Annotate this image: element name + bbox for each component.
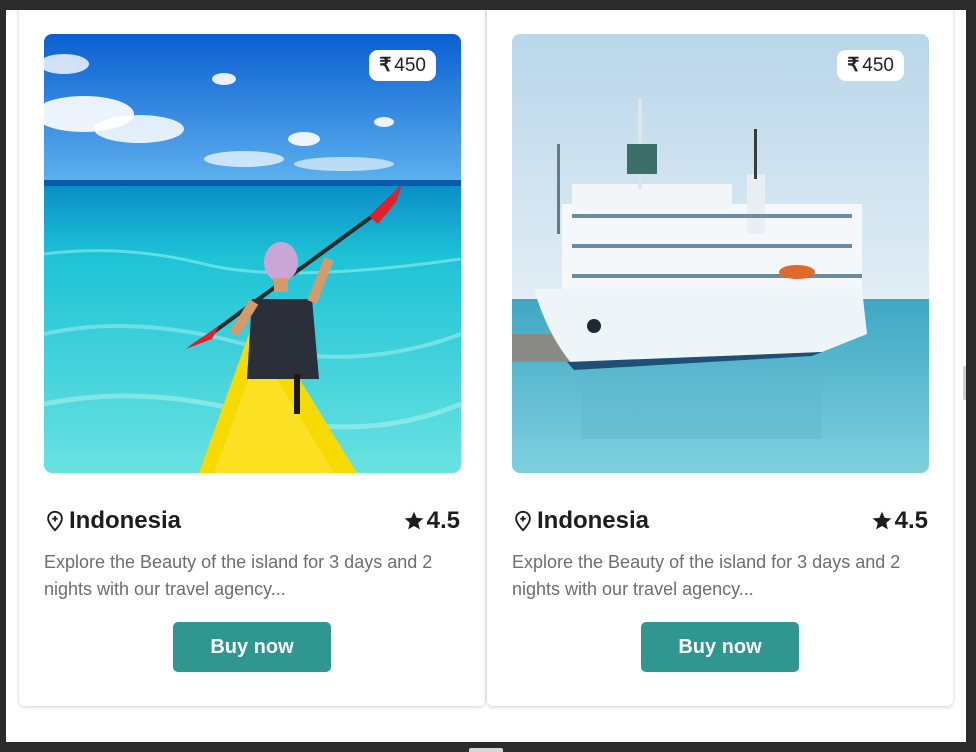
rating-block: 4.5 <box>871 507 928 535</box>
location-block: Indonesia <box>44 507 181 535</box>
kayak-photo <box>44 34 461 473</box>
rupee-symbol: ₹ <box>379 55 392 76</box>
bottom-tab-indicator <box>469 748 503 752</box>
destination-title: Indonesia <box>69 507 182 534</box>
card-title-row: Indonesia 4.5 <box>512 506 928 536</box>
buy-now-button[interactable]: Buy now <box>173 622 331 672</box>
map-pin-icon <box>515 510 531 532</box>
tour-description: Explore the Beauty of the island for 3 d… <box>512 552 901 599</box>
tour-photo: ₹ 450 <box>44 34 461 473</box>
tour-card: ₹ 450 Indonesia 4.5 Explore the Beauty o <box>487 10 953 706</box>
map-pin-icon <box>47 510 63 532</box>
tour-photo: ₹ 450 <box>512 34 929 473</box>
destination-title: Indonesia <box>537 507 650 534</box>
location-block: Indonesia <box>512 507 649 535</box>
rating-value: 4.5 <box>426 507 460 534</box>
star-icon <box>872 511 891 530</box>
buy-now-button[interactable]: Buy now <box>641 622 799 672</box>
scrollbar-handle[interactable] <box>963 366 966 400</box>
tour-description: Explore the Beauty of the island for 3 d… <box>44 552 433 599</box>
page-viewport: ₹ 450 Indonesia 4.5 Explore the Beauty o <box>6 10 966 742</box>
price-badge: ₹ 450 <box>837 50 904 81</box>
rupee-symbol: ₹ <box>847 55 860 76</box>
card-title-row: Indonesia 4.5 <box>44 506 460 536</box>
rating-value: 4.5 <box>894 507 928 534</box>
price-value: 450 <box>394 54 426 76</box>
price-value: 450 <box>862 54 894 76</box>
ship-photo <box>512 34 929 473</box>
rating-block: 4.5 <box>403 507 460 535</box>
tour-card: ₹ 450 Indonesia 4.5 Explore the Beauty o <box>19 10 485 706</box>
price-badge: ₹ 450 <box>369 50 436 81</box>
star-icon <box>404 511 423 530</box>
